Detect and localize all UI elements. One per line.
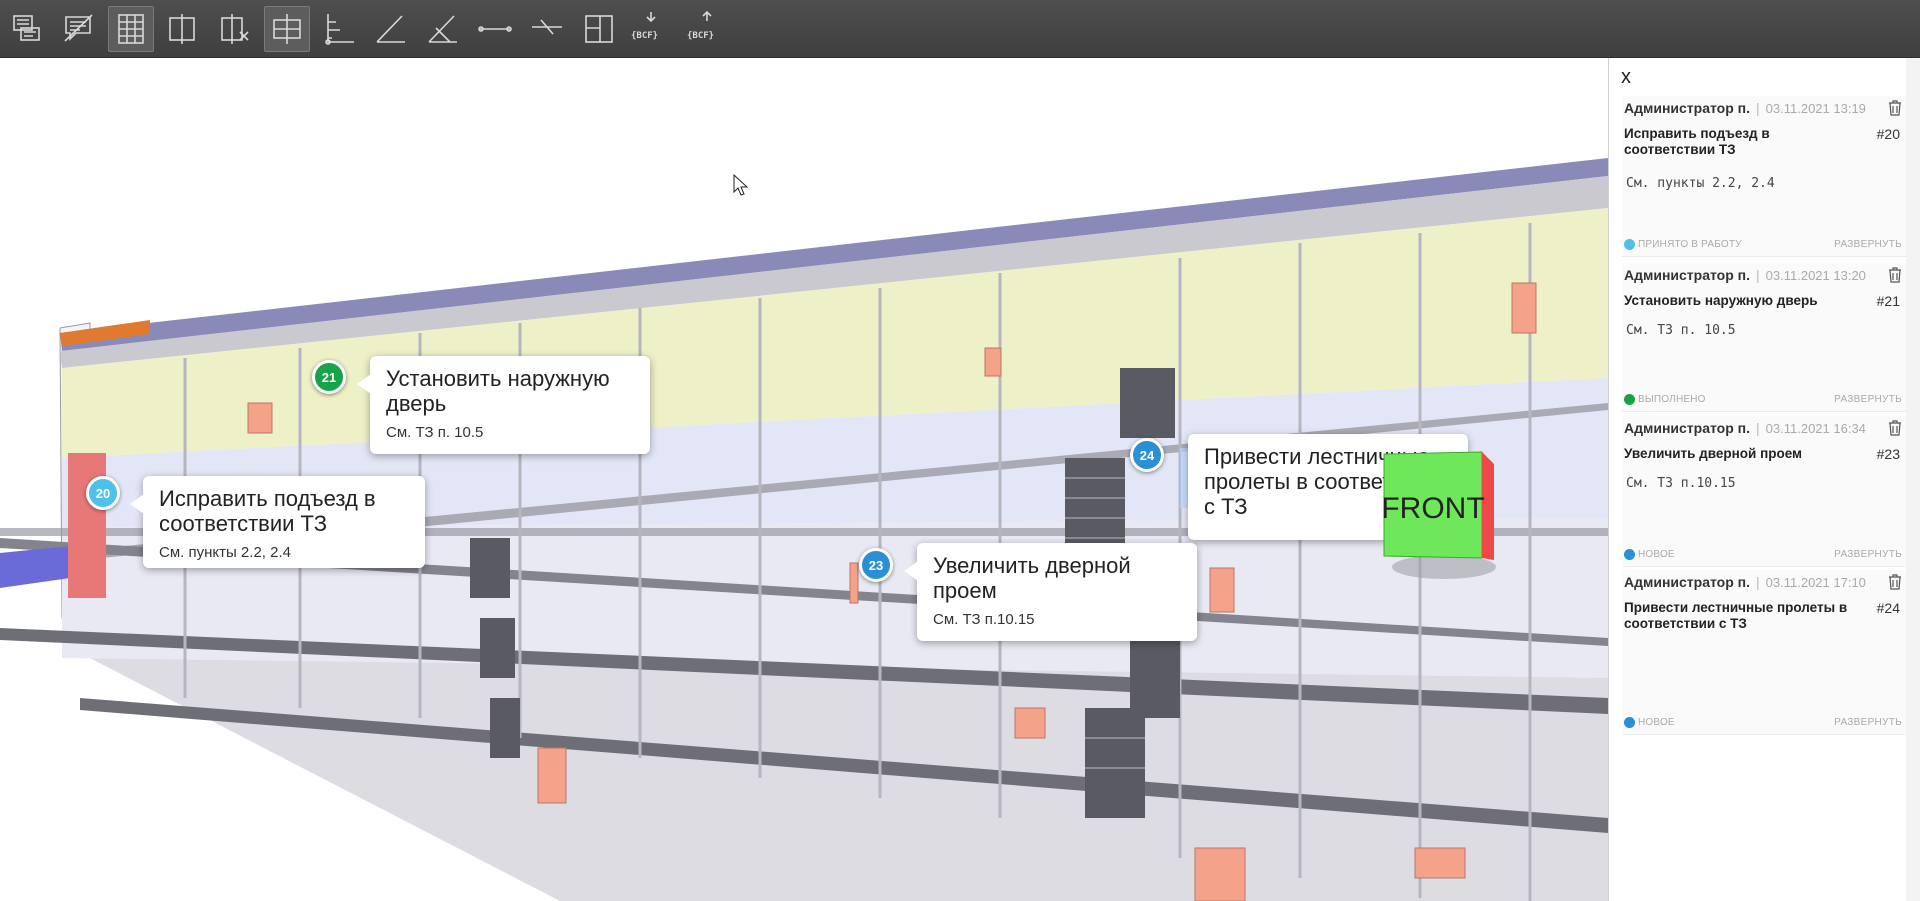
issue-card-24[interactable]: Администратор п. | 03.11.2021 17:10 Привес… <box>1622 570 1906 735</box>
issue-number: #20 <box>1876 126 1900 142</box>
marker-20-desc: См. пункты 2.2, 2.4 <box>159 544 291 561</box>
issue-status-label: ВЫПОЛНЕНО <box>1638 394 1706 405</box>
marker-20-title: Исправить подъезд в соответствии ТЗ <box>159 486 376 536</box>
comment-list-icon[interactable] <box>4 6 50 52</box>
issue-date: 03.11.2021 17:10 <box>1765 575 1866 590</box>
model-viewport[interactable]: 20 Исправить подъезд в соответствии ТЗ С… <box>0 58 1608 901</box>
issue-status-label: НОВОЕ <box>1638 717 1675 728</box>
issue-title: Установить наружную дверь <box>1624 293 1818 308</box>
status-dot <box>1624 549 1635 560</box>
issue-status: НОВОЕ <box>1624 549 1675 560</box>
marker-23-desc: См. ТЗ п.10.15 <box>933 611 1035 628</box>
panel-scrollbar[interactable] <box>1906 58 1920 901</box>
section-plane-icon[interactable] <box>160 6 206 52</box>
angle-cross-icon[interactable] <box>420 6 466 52</box>
toolbar: {BCF} {BCF} <box>0 0 1920 58</box>
distance-measure-icon[interactable] <box>472 6 518 52</box>
trash-icon[interactable] <box>1888 574 1902 590</box>
bcf-export-label: {BCF} <box>687 31 714 41</box>
expand-button[interactable]: РАЗВЕРНУТЬ <box>1834 239 1902 250</box>
floor-plan-icon[interactable] <box>576 6 622 52</box>
issue-date: 03.11.2021 16:34 <box>1765 421 1866 436</box>
status-dot <box>1624 717 1635 728</box>
issue-card-20[interactable]: Администратор п. | 03.11.2021 13:19 Исправ… <box>1622 96 1906 257</box>
marker-21-number: 21 <box>321 369 337 385</box>
issue-status: ПРИНЯТО В РАБОТУ <box>1624 239 1742 250</box>
bcf-import-icon[interactable]: {BCF} <box>626 6 676 52</box>
section-remove-icon[interactable] <box>212 6 258 52</box>
issue-title: Увеличить дверной проем <box>1624 446 1803 461</box>
issue-date: 03.11.2021 13:20 <box>1765 268 1866 283</box>
marker-21-pin[interactable]: 21 <box>312 360 346 394</box>
mouse-cursor-icon <box>733 174 749 196</box>
issue-status-label: НОВОЕ <box>1638 549 1675 560</box>
status-dot <box>1624 394 1635 405</box>
issue-body: См. ТЗ п. 10.5 <box>1626 323 1736 338</box>
issue-author: Администратор п. <box>1624 100 1751 116</box>
issue-body: См. ТЗ п.10.15 <box>1626 476 1736 491</box>
marker-24-pin[interactable]: 24 <box>1130 438 1164 472</box>
navcube-front-label: FRONT <box>1382 492 1485 525</box>
status-dot <box>1624 239 1635 250</box>
issue-author: Администратор п. <box>1624 420 1751 436</box>
trash-icon[interactable] <box>1888 100 1902 116</box>
point-line-icon[interactable] <box>524 6 570 52</box>
navigation-cube[interactable]: FRONT <box>1382 450 1500 580</box>
marker-21-title: Установить наружную дверь <box>386 366 610 416</box>
marker-23-number: 23 <box>868 557 884 573</box>
issue-card-21[interactable]: Администратор п. | 03.11.2021 13:20 Устано… <box>1622 263 1906 412</box>
marker-20-number: 20 <box>95 485 111 501</box>
expand-button[interactable]: РАЗВЕРНУТЬ <box>1834 717 1902 728</box>
issue-author: Администратор п. <box>1624 267 1751 283</box>
axes-measure-icon[interactable] <box>316 6 362 52</box>
expand-button[interactable]: РАЗВЕРНУТЬ <box>1834 549 1902 560</box>
issue-number: #23 <box>1876 446 1900 462</box>
issue-status-label: ПРИНЯТО В РАБОТУ <box>1638 239 1742 250</box>
issues-panel: x Администратор п. | 03.11.2021 13:19 Испр… <box>1608 58 1920 901</box>
comment-hide-icon[interactable] <box>56 6 102 52</box>
issue-body: См. пункты 2.2, 2.4 <box>1626 176 1775 191</box>
issue-author: Администратор п. <box>1624 574 1751 590</box>
marker-24-number: 24 <box>1139 447 1155 463</box>
issue-number: #24 <box>1876 600 1900 616</box>
trash-icon[interactable] <box>1888 267 1902 283</box>
expand-button[interactable]: РАЗВЕРНУТЬ <box>1834 394 1902 405</box>
bcf-import-label: {BCF} <box>631 31 658 41</box>
marker-20-callout[interactable]: Исправить подъезд в соответствии ТЗ См. … <box>130 476 425 568</box>
bcf-export-icon[interactable]: {BCF} <box>682 6 732 52</box>
marker-21-desc: См. ТЗ п. 10.5 <box>386 424 484 441</box>
trash-icon[interactable] <box>1888 420 1902 436</box>
marker-21-callout[interactable]: Установить наружную дверь См. ТЗ п. 10.5 <box>357 356 650 454</box>
issue-status: ВЫПОЛНЕНО <box>1624 394 1706 405</box>
issue-date: 03.11.2021 13:19 <box>1765 101 1866 116</box>
issue-number: #21 <box>1876 293 1900 309</box>
close-panel-button[interactable]: x <box>1621 66 1631 89</box>
issue-title: Исправить подъезд в соответствии ТЗ <box>1624 126 1770 157</box>
issue-status: НОВОЕ <box>1624 717 1675 728</box>
model-view-icon[interactable] <box>108 6 154 52</box>
marker-23-title: Увеличить дверной проем <box>933 553 1131 603</box>
marker-23-callout[interactable]: Увеличить дверной проем См. ТЗ п.10.15 <box>904 543 1197 641</box>
issue-card-23[interactable]: Администратор п. | 03.11.2021 16:34 Увелич… <box>1622 416 1906 567</box>
issue-title: Привести лестничные пролеты в соответств… <box>1624 600 1848 631</box>
marker-23-pin[interactable]: 23 <box>859 548 893 582</box>
marker-20-pin[interactable]: 20 <box>86 476 120 510</box>
section-box-icon[interactable] <box>264 6 310 52</box>
angle-measure-icon[interactable] <box>368 6 414 52</box>
